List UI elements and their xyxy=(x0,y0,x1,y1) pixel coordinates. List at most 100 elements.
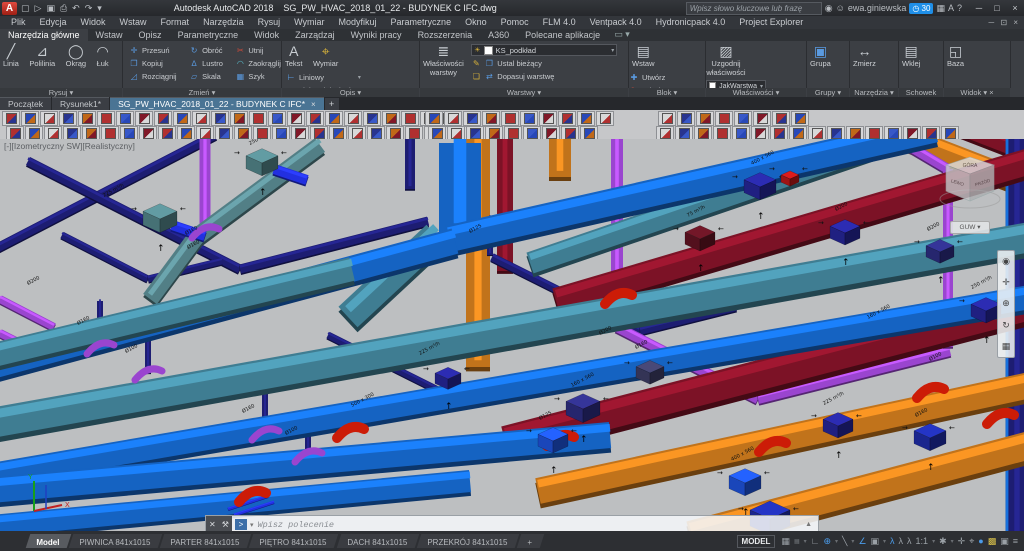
signed-in-user[interactable]: ewa.giniewska xyxy=(848,3,907,13)
status-toggle-16[interactable]: ▾ xyxy=(932,538,935,545)
status-toggle-4[interactable]: ∟ xyxy=(811,536,820,546)
toolbar-button[interactable] xyxy=(677,111,695,126)
layer-combo[interactable]: ☀ KS_podkład▾ xyxy=(471,44,617,56)
trim-button[interactable]: ✂Utnij xyxy=(235,44,281,56)
toolbar-button[interactable] xyxy=(658,111,676,126)
pan-icon[interactable]: ✛ xyxy=(1002,277,1010,288)
copy-button[interactable]: ❐Kopiuj xyxy=(129,57,177,69)
menu-item-3[interactable]: Widok xyxy=(74,16,113,29)
toolbar-button[interactable] xyxy=(753,111,771,126)
search-input[interactable]: Wpisz słowo kluczowe lub frazę xyxy=(686,2,822,15)
command-line-grip[interactable]: ✕ ⚒ xyxy=(206,516,232,531)
qat-dropdown-icon[interactable]: ▾ xyxy=(95,3,104,14)
save-icon[interactable]: ▣ xyxy=(44,3,57,14)
status-toggle-22[interactable]: ▩ xyxy=(988,536,997,547)
undo-icon[interactable]: ↶ xyxy=(70,3,82,14)
stretch-button[interactable]: ◿Rozciągnij xyxy=(129,70,177,82)
ribbon-tab-1[interactable]: Narzędzia główne xyxy=(0,29,88,41)
match-properties-button[interactable]: ▨Uzgodnijwłaściwości xyxy=(706,41,746,77)
app-store-icon[interactable]: ▦ xyxy=(936,3,945,14)
move-button[interactable]: ✛Przesuń xyxy=(129,44,177,56)
status-toggle-23[interactable]: ▣ xyxy=(1000,536,1009,547)
menu-item-14[interactable]: Ventpack 4.0 xyxy=(583,16,649,29)
toolbar-button[interactable] xyxy=(78,111,96,126)
panel-name-narzedzia[interactable]: Narzędzia ▾ xyxy=(850,88,898,97)
line-button[interactable]: ╱Linia xyxy=(0,41,22,68)
panel-name-wlasciwosci[interactable]: Właściwości ▾ xyxy=(706,88,806,97)
ribbon-tab-10[interactable]: Polecane aplikacje xyxy=(517,29,608,41)
menu-item-16[interactable]: Project Explorer xyxy=(732,16,810,29)
menu-item-15[interactable]: Hydronicpack 4.0 xyxy=(649,16,733,29)
command-line[interactable]: ✕ ⚒ > ▾ Wpisz polecenie ▲ xyxy=(205,515,819,531)
panel-name-widok[interactable]: Widok ▾ × xyxy=(944,88,1010,97)
toolbar-button[interactable] xyxy=(2,111,20,126)
status-toggle-13[interactable]: λ xyxy=(899,536,904,546)
panel-name-warstwy[interactable]: Warstwy ▾ xyxy=(420,88,628,97)
panel-name-blok[interactable]: Blok ▾ xyxy=(629,88,705,97)
status-toggle-9[interactable]: ∠ xyxy=(858,536,866,547)
menu-item-8[interactable]: Wymiar xyxy=(287,16,331,29)
ucs-menu[interactable]: GUW ▾ xyxy=(950,221,990,234)
toolbar-button[interactable] xyxy=(501,111,519,126)
text-button[interactable]: ATekst xyxy=(282,41,306,68)
menu-item-13[interactable]: FLM 4.0 xyxy=(536,16,583,29)
toolbar-button[interactable] xyxy=(97,111,115,126)
ribbon-tab-3[interactable]: Opisz xyxy=(131,29,170,41)
file-tab-2[interactable]: Rysunek1* xyxy=(52,97,109,110)
insert-block-button[interactable]: ▤Wstaw xyxy=(629,41,658,68)
mirror-button[interactable]: ∆Lustro xyxy=(189,57,223,69)
menu-item-11[interactable]: Okno xyxy=(458,16,494,29)
panel-name-rysuj[interactable]: Rysuj ▾ xyxy=(0,88,122,97)
ribbon-collapse-icon[interactable]: ▭ ▾ xyxy=(614,29,630,41)
drawing-canvas[interactable]: →←→←→←→←→←→←→←→←→←→←→←→←→←→←→←→←225 m³/h… xyxy=(0,139,1024,531)
toolbar-button[interactable] xyxy=(444,111,462,126)
status-toggle-24[interactable]: ≡ xyxy=(1013,536,1018,546)
status-toggle-14[interactable]: λ xyxy=(907,536,912,546)
status-toggle-11[interactable]: ▾ xyxy=(883,538,886,545)
set-current-button[interactable]: ✎❐Ustal bieżący xyxy=(471,57,619,69)
open-icon[interactable]: ▷ xyxy=(33,3,44,14)
rotate-button[interactable]: ↻Obróć xyxy=(189,44,223,56)
customize-icon[interactable]: ⚒ xyxy=(222,520,229,529)
toolbar-button[interactable] xyxy=(135,111,153,126)
arc-button[interactable]: ◠Łuk xyxy=(94,41,112,68)
fillet-button[interactable]: ◠Zaokrąglij xyxy=(235,57,281,69)
status-toggle-15[interactable]: 1:1 xyxy=(916,536,929,546)
toolbar-button[interactable] xyxy=(715,111,733,126)
toolbar-button[interactable] xyxy=(325,111,343,126)
menu-item-6[interactable]: Narzędzia xyxy=(196,16,251,29)
file-tab-close-icon[interactable]: × xyxy=(311,100,316,109)
toolbar-button[interactable] xyxy=(173,111,191,126)
array-button[interactable]: ▦Szyk xyxy=(235,70,281,82)
panel-name-opis[interactable]: Opis ▾ xyxy=(282,88,419,97)
status-toggle-10[interactable]: ▣ xyxy=(871,536,880,547)
status-toggle-8[interactable]: ▾ xyxy=(851,538,854,545)
toolbar-button[interactable] xyxy=(116,111,134,126)
autocad-app-button[interactable]: A xyxy=(2,2,17,15)
toolbar-button[interactable] xyxy=(306,111,324,126)
new-icon[interactable]: ▢ xyxy=(19,3,32,14)
ribbon-tab-4[interactable]: Parametryczne xyxy=(170,29,247,41)
status-toggle-6[interactable]: ▾ xyxy=(835,538,838,545)
file-tab-3[interactable]: SG_PW_HVAC_2018_01_22 - BUDYNEK C IFC*× xyxy=(110,97,324,110)
model-space-badge[interactable]: MODEL xyxy=(737,535,776,548)
toolbar-button[interactable] xyxy=(40,111,58,126)
zoom-icon[interactable]: ⊕ xyxy=(1002,298,1010,309)
base-view-button[interactable]: ◱Baza xyxy=(944,41,967,68)
maximize-button[interactable]: □ xyxy=(988,1,1006,15)
toolbar-button[interactable] xyxy=(425,111,443,126)
status-toggle-12[interactable]: λ xyxy=(890,536,895,546)
measure-button[interactable]: ↔Zmierz xyxy=(850,41,879,68)
redo-icon[interactable]: ↷ xyxy=(83,3,95,14)
user-icon[interactable]: ☺ xyxy=(836,3,845,13)
toolbar-button[interactable] xyxy=(558,111,576,126)
polyline-button[interactable]: ⊿Polilinia xyxy=(26,41,58,68)
status-toggle-19[interactable]: ✛ xyxy=(958,536,966,547)
view-cube[interactable]: GÓRA LEWO PRZÓD xyxy=(936,153,1006,215)
toolbar-button[interactable] xyxy=(154,111,172,126)
plot-icon[interactable]: ⎙ xyxy=(58,3,69,14)
orbit-icon[interactable]: ↻ xyxy=(1002,320,1010,331)
menu-item-9[interactable]: Modyfikuj xyxy=(332,16,384,29)
toolbar-button[interactable] xyxy=(211,111,229,126)
toolbar-button[interactable] xyxy=(382,111,400,126)
